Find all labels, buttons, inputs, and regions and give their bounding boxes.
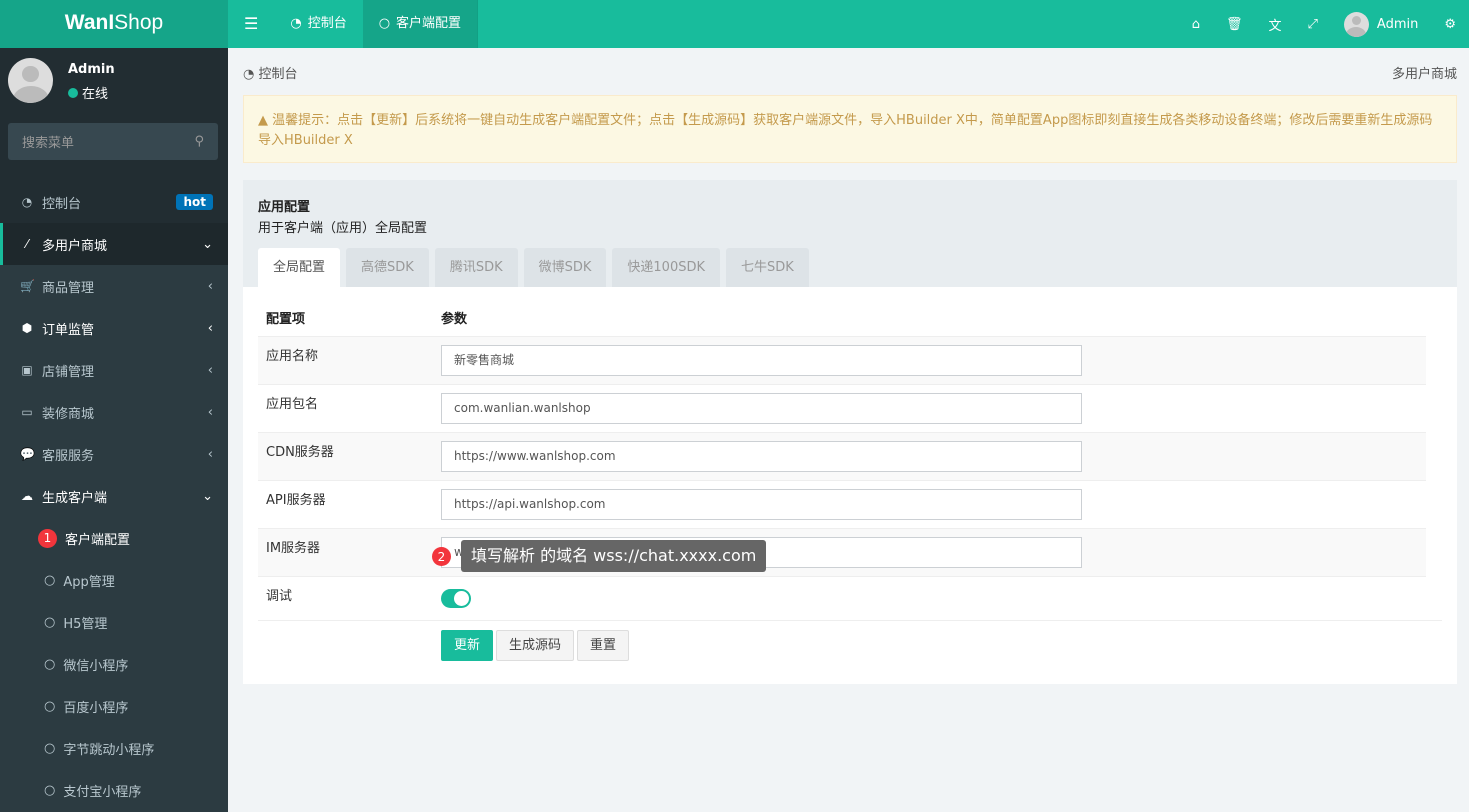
gears-icon: ⚙ bbox=[1444, 16, 1456, 32]
circle-icon: ○ bbox=[44, 698, 56, 714]
archive-icon: ▣ bbox=[21, 363, 33, 377]
tab-amap-sdk[interactable]: 高德SDK bbox=[346, 248, 429, 287]
annotation-tooltip: 填写解析 的域名 wss://chat.xxxx.com bbox=[461, 540, 767, 572]
chevron-left-icon: ‹ bbox=[207, 446, 213, 462]
breadcrumb-right: 多用户商城 bbox=[1391, 67, 1457, 82]
trash-icon: 🗑 bbox=[1225, 16, 1243, 32]
table-row: 应用名称 新零售商城 bbox=[258, 335, 1426, 384]
sidebar-item-multi-shop[interactable]: ⁄ 多用户商城 ⌄ bbox=[0, 223, 228, 265]
circle-icon: ○ bbox=[44, 656, 56, 672]
sidebar-toggle-button[interactable]: ☰ bbox=[228, 0, 274, 48]
circle-icon: ○ bbox=[44, 782, 56, 798]
sidebar-item-dashboard[interactable]: ◔ 控制台 hot bbox=[0, 181, 228, 223]
cart-icon: 🛒 bbox=[20, 279, 35, 293]
debug-toggle[interactable] bbox=[441, 588, 471, 608]
tab-qiniu-sdk[interactable]: 七牛SDK bbox=[726, 248, 809, 287]
dashboard-icon: ◔ bbox=[290, 16, 302, 31]
reset-button[interactable]: 重置 bbox=[577, 630, 630, 661]
app-name-input[interactable]: 新零售商城 bbox=[441, 344, 1082, 376]
translate-icon: 文 bbox=[1268, 18, 1282, 34]
cdn-server-input[interactable]: https://www.wanlshop.com bbox=[441, 440, 1082, 472]
magic-wand-icon: ⁄ bbox=[25, 237, 28, 251]
sidebar-sub-client-config[interactable]: 1 客户端配置 bbox=[0, 517, 228, 559]
sidebar-sub-wechat[interactable]: ○ 微信小程序 bbox=[0, 643, 228, 685]
avatar bbox=[1343, 11, 1369, 37]
sidebar-item-orders[interactable]: ⬢ 订单监管 ‹ bbox=[0, 307, 228, 349]
chevron-down-icon: ⌄ bbox=[202, 236, 213, 252]
config-table: 配置项 参数 应用名称 新零售商城 应用包名 com.wanlian.wanlshop… bbox=[258, 300, 1426, 624]
api-server-input[interactable]: https://api.wanlshop.com bbox=[441, 488, 1082, 520]
sidebar-item-goods[interactable]: 🛒 商品管理 ‹ bbox=[0, 265, 228, 307]
cube-icon: ⬢ bbox=[21, 321, 33, 335]
desktop-icon: ▭ bbox=[21, 405, 33, 419]
user-menu[interactable]: Admin bbox=[1331, 0, 1431, 48]
chevron-left-icon: ‹ bbox=[207, 362, 213, 378]
table-row: 应用包名 com.wanlian.wanlshop bbox=[258, 383, 1426, 432]
online-dot-icon bbox=[68, 87, 78, 98]
table-row: CDN服务器 https://www.wanlshop.com bbox=[258, 431, 1426, 480]
warning-icon: ▲ bbox=[258, 113, 273, 128]
table-row: API服务器 https://api.wanlshop.com bbox=[258, 479, 1426, 528]
top-navbar: WanIShop ☰ ◔ 控制台 ○ 客户端配置 ⌂ 🗑 文 ⤢ Admin ⚙ bbox=[0, 0, 1469, 48]
tab-dashboard[interactable]: ◔ 控制台 bbox=[274, 0, 362, 48]
chevron-left-icon: ‹ bbox=[207, 278, 213, 294]
comments-icon: 💬 bbox=[20, 447, 35, 461]
circle-icon: ○ bbox=[44, 614, 56, 630]
search-input[interactable]: 搜索菜单 ⚲ bbox=[8, 123, 218, 160]
tab-global[interactable]: 全局配置 bbox=[258, 248, 341, 287]
warning-callout: ▲ 温馨提示：点击【更新】后系统将一键自动生成客户端配置文件；点击【生成源码】获… bbox=[243, 95, 1457, 163]
clear-cache-button[interactable]: 🗑 bbox=[1213, 0, 1256, 48]
sidebar-item-service[interactable]: 💬 客服服务 ‹ bbox=[0, 433, 228, 475]
sidebar-item-shops[interactable]: ▣ 店铺管理 ‹ bbox=[0, 349, 228, 391]
language-button[interactable]: 文 bbox=[1255, 0, 1294, 48]
chevron-down-icon: ⌄ bbox=[202, 488, 213, 504]
home-button[interactable]: ⌂ bbox=[1179, 0, 1213, 48]
panel-subtitle: 用于客户端（应用）全局配置 bbox=[258, 221, 428, 236]
breadcrumb: ◔ 控制台 bbox=[243, 67, 298, 82]
sidebar-sub-app[interactable]: ○ App管理 bbox=[0, 559, 228, 601]
sidebar: Admin 在线 搜索菜单 ⚲ ◔ 控制台 hot ⁄ 多用户商城 ⌄ 🛒 商品管理 ‹ ⬢ 订… bbox=[0, 48, 228, 812]
search-icon[interactable]: ⚲ bbox=[194, 134, 204, 149]
dashboard-icon: ◔ bbox=[243, 67, 259, 82]
tab-client-config[interactable]: ○ 客户端配置 bbox=[362, 0, 479, 48]
panel-title: 应用配置 bbox=[258, 200, 311, 215]
logo[interactable]: WanIShop bbox=[0, 0, 228, 48]
chevron-left-icon: ‹ bbox=[207, 320, 213, 336]
sidebar-sub-alipay[interactable]: ○ 支付宝小程序 bbox=[0, 769, 228, 811]
generate-source-button[interactable]: 生成源码 bbox=[496, 630, 575, 661]
avatar bbox=[8, 58, 53, 103]
update-button[interactable]: 更新 bbox=[441, 630, 494, 661]
circle-icon: ○ bbox=[378, 16, 391, 31]
circle-icon: ○ bbox=[44, 572, 56, 588]
package-name-input[interactable]: com.wanlian.wanlshop bbox=[441, 392, 1082, 424]
annotation-marker-1: 1 bbox=[38, 528, 57, 548]
dashboard-icon: ◔ bbox=[21, 195, 33, 209]
cloud-icon: ☁ bbox=[21, 489, 33, 503]
table-row: 调试 bbox=[258, 575, 1426, 624]
sidebar-sub-baidu[interactable]: ○ 百度小程序 bbox=[0, 685, 228, 727]
menu-icon: ☰ bbox=[244, 14, 259, 33]
settings-button[interactable]: ⚙ bbox=[1431, 0, 1469, 48]
expand-icon: ⤢ bbox=[1307, 16, 1318, 32]
annotation-marker-2: 2 bbox=[432, 547, 451, 566]
tab-tencent-sdk[interactable]: 腾讯SDK bbox=[434, 248, 518, 287]
hot-badge: hot bbox=[176, 194, 213, 210]
chevron-left-icon: ‹ bbox=[207, 404, 213, 420]
home-icon: ⌂ bbox=[1191, 16, 1200, 32]
tab-kuaidi100-sdk[interactable]: 快递100SDK bbox=[612, 248, 721, 287]
fullscreen-button[interactable]: ⤢ bbox=[1295, 0, 1331, 48]
circle-icon: ○ bbox=[44, 740, 56, 756]
sidebar-sub-bytedance[interactable]: ○ 字节跳动小程序 bbox=[0, 727, 228, 769]
sidebar-item-decoration[interactable]: ▭ 装修商城 ‹ bbox=[0, 391, 228, 433]
user-panel: Admin 在线 bbox=[0, 48, 228, 118]
config-panel: 应用配置 用于客户端（应用）全局配置 全局配置 高德SDK 腾讯SDK 微博SD… bbox=[243, 180, 1457, 684]
sidebar-item-generate-client[interactable]: ☁ 生成客户端 ⌄ bbox=[0, 475, 228, 517]
tab-weibo-sdk[interactable]: 微博SDK bbox=[523, 248, 607, 287]
sidebar-sub-h5[interactable]: ○ H5管理 bbox=[0, 601, 228, 643]
